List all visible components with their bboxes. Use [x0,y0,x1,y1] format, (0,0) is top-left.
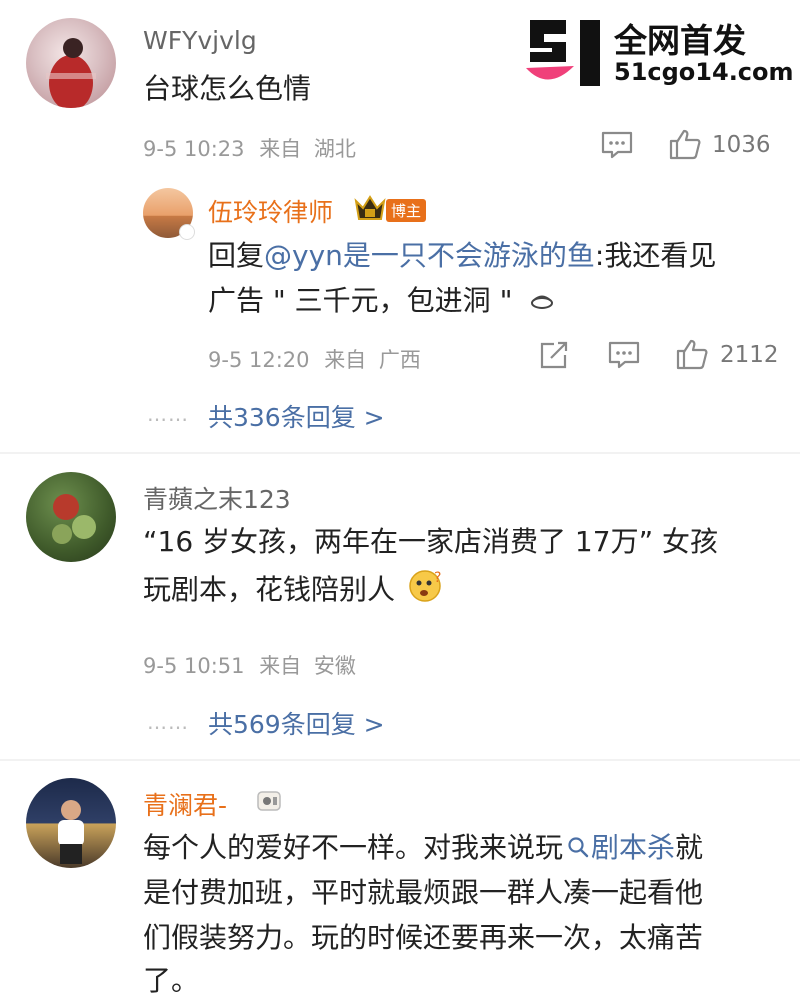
comment-text: 每个人的爱好不一样。对我来说玩 [143,831,564,864]
emoji-icon [529,283,555,321]
comment-text-line3: 们假装努力。玩的时候还要再来一次，太痛苦 [143,921,704,954]
comment-text-line1: “16 岁女孩，两年在一家店消费了 17万” 女孩 [143,525,718,558]
comment-time: 9-5 10:23 来自 湖北 [143,133,356,163]
divider [0,452,800,454]
comment-username[interactable]: WFYvjvlg [143,26,257,55]
watermark-site: 51cgo14.com [614,58,794,86]
view-replies-link[interactable]: 共336条回复 > [208,398,385,434]
from-label: 来自 [259,654,302,678]
watermark-headline: 全网首发 [614,21,746,60]
replies-dots: …… [147,710,189,734]
surprised-emoji-icon: ? [408,568,444,614]
comment-icon[interactable] [600,130,634,164]
like-count: 1036 [712,132,771,158]
person-icon [58,800,84,864]
avatar[interactable] [26,472,116,562]
reply-text-line1: 回复@yyn是一只不会游泳的鱼:我还看见 [208,237,716,275]
verified-badge-icon [179,224,195,240]
badge-icon [256,788,282,818]
reply-text-line2: 广告 " 三千元，包进洞 " [208,282,555,321]
from-label: 来自 [259,137,302,161]
timestamp: 9-5 12:20 [208,348,310,372]
location: 安徽 [313,654,356,678]
watermark-logo-icon [522,18,606,92]
reply-prefix: 回复 [208,239,265,272]
location: 湖北 [313,137,356,161]
blogger-badge: 博主 [386,199,427,222]
view-replies-link[interactable]: 共569条回复 > [208,705,385,741]
comment-icon[interactable] [607,340,641,374]
like-icon[interactable] [668,128,702,164]
share-icon[interactable] [538,340,570,374]
replies-dots: …… [147,402,189,426]
comment-text-line4: 了。 [143,964,200,997]
avatar-figure-icon [46,38,96,108]
from-label: 来自 [324,348,367,372]
timestamp: 9-5 10:51 [143,654,245,678]
avatar[interactable] [26,18,116,108]
reply-time: 9-5 12:20 来自 广西 [208,344,421,374]
comment-text: 就 [675,831,704,864]
comment-text-line1: 每个人的爱好不一样。对我来说玩 剧本杀就 [143,829,703,868]
comment-username[interactable]: 青蘋之末123 [143,480,291,516]
comment-text: 台球怎么色情 [143,72,312,105]
like-count: 2112 [720,342,779,368]
tomato-icon [52,494,96,544]
divider [0,759,800,761]
comment-text-line2: 玩剧本，花钱陪别人 ? [143,568,444,614]
location: 广西 [378,348,421,372]
svg-text:?: ? [434,570,441,586]
comment-text: 玩剧本，花钱陪别人 [143,573,396,606]
reply-text: :我还看见 [594,239,717,272]
comment-username[interactable]: 青澜君- [143,786,227,822]
comment-text-line2: 是付费加班，平时就最烦跟一群人凑一起看他 [143,876,704,909]
mention-link[interactable]: @yyn是一只不会游泳的鱼 [264,239,595,272]
reply-username[interactable]: 伍玲玲律师 [208,193,333,229]
like-icon[interactable] [675,338,709,374]
topic-link[interactable]: 剧本杀 [591,831,675,864]
comment-time: 9-5 10:51 来自 安徽 [143,650,356,680]
avatar[interactable] [26,778,116,868]
timestamp: 9-5 10:23 [143,137,245,161]
reply-text: 广告 " 三千元，包进洞 " [208,284,513,317]
crown-icon [353,193,387,227]
search-icon [567,830,589,868]
